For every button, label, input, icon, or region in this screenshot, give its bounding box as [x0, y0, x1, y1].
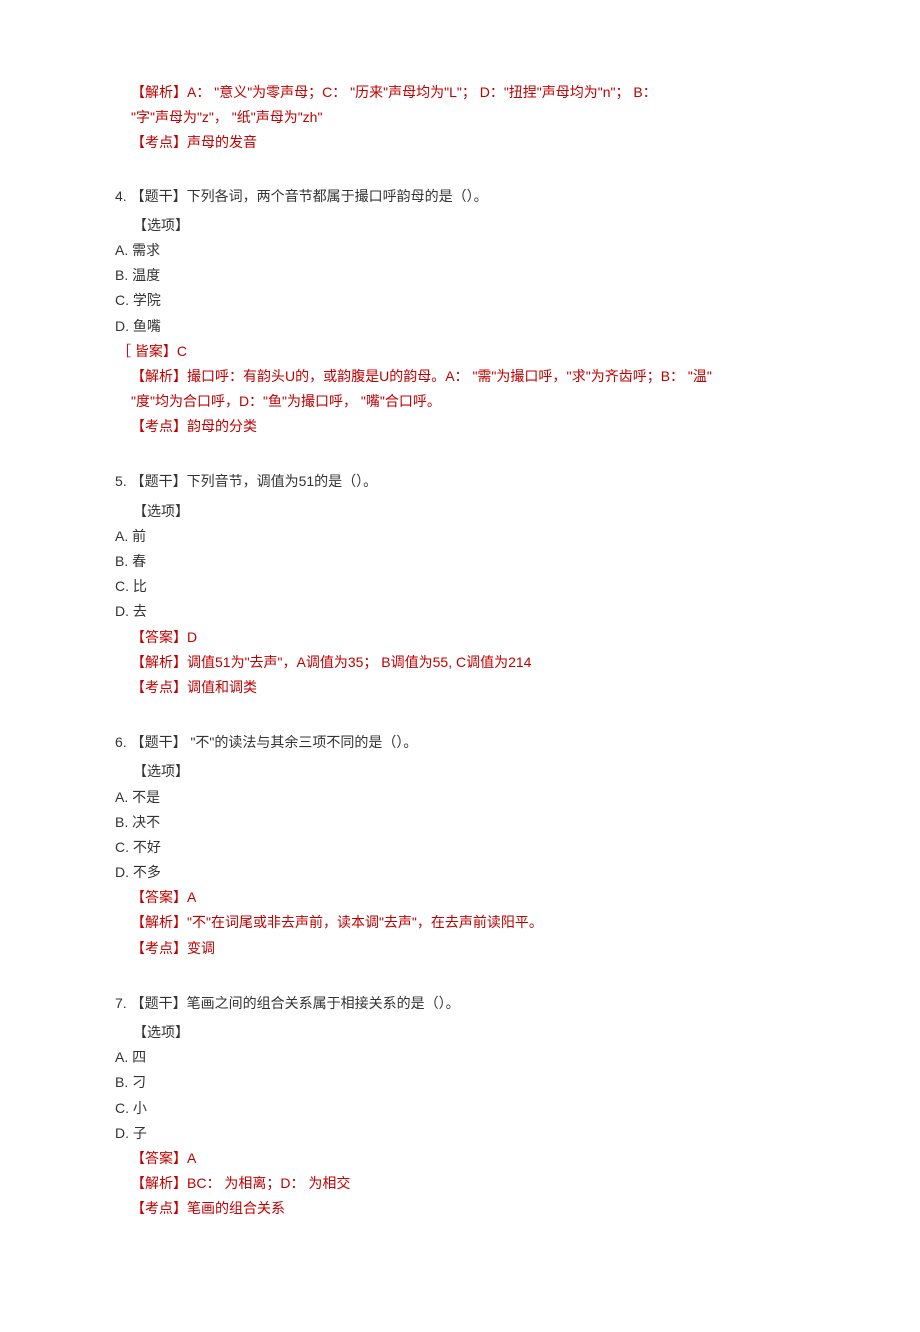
- q5-option-c: C. 比: [115, 574, 805, 599]
- q4-option-c: C. 学院: [115, 288, 805, 313]
- explain-text: BC： 为相离；D： 为相交: [187, 1175, 350, 1191]
- explain-rest: "意义"为零声母；C： "历来"声母均为"L"； D："扭捏"声母均为"n"； …: [214, 84, 657, 100]
- q5-kaodian: 【考点】调值和调类: [115, 675, 805, 700]
- q5-options-label: 【选项】: [115, 499, 805, 524]
- q7-stem-text: 【题干】笔画之间的组合关系属于相接关系的是（）。: [127, 995, 460, 1011]
- q7-option-a: A. 四: [115, 1045, 805, 1070]
- question-4: 4. 【题干】下列各词，两个音节都属于撮口呼韵母的是（）。 【选项】 A. 需求…: [115, 184, 805, 440]
- q6-stem: 6. 【题干】 "不"的读法与其余三项不同的是（）。: [115, 730, 805, 755]
- explain-prefix: 【解析】: [131, 654, 187, 670]
- kaodian-text: 笔画的组合关系: [187, 1200, 285, 1216]
- question-6: 6. 【题干】 "不"的读法与其余三项不同的是（）。 【选项】 A. 不是 B.…: [115, 730, 805, 961]
- q5-explain: 【解析】调值51为"去声"，A调值为35； B调值为55, C调值为214: [115, 650, 805, 675]
- answer-value: D: [187, 629, 197, 645]
- explain-prefix: 【解析】A：: [131, 84, 214, 100]
- q7-option-b: B. 刁: [115, 1070, 805, 1095]
- q5-option-d: D. 去: [115, 599, 805, 624]
- explain-prefix: 【解析】: [131, 1175, 187, 1191]
- kaodian-prefix: 【考点】: [131, 418, 187, 434]
- q7-kaodian: 【考点】笔画的组合关系: [115, 1196, 805, 1221]
- q7-stem: 7. 【题干】笔画之间的组合关系属于相接关系的是（）。: [115, 991, 805, 1016]
- q4-kaodian: 【考点】韵母的分类: [115, 414, 805, 439]
- kaodian-prefix: 【考点】: [131, 134, 187, 150]
- kaodian-text: 变调: [187, 940, 215, 956]
- q5-answer: 【答案】D: [115, 625, 805, 650]
- explain-prefix: 【解析】: [131, 368, 187, 384]
- q4-option-b: B. 温度: [115, 263, 805, 288]
- q4-explain-line2: "度"均为合口呼，D："鱼"为撮口呼， "嘴"合口呼。: [115, 389, 805, 414]
- q7-option-d: D. 子: [115, 1121, 805, 1146]
- q4-stem-text: 【题干】下列各词，两个音节都属于撮口呼韵母的是（）。: [127, 188, 488, 204]
- explain-text: 调值51为"去声"，A调值为35； B调值为55, C调值为214: [187, 654, 531, 670]
- kaodian-prefix: 【考点】: [131, 940, 187, 956]
- q7-num: 7.: [115, 995, 127, 1011]
- explain-text: 撮口呼：有韵头U的，或韵腹是U的韵母。A： "需"为撮口呼，''求"为齐齿呼；B…: [187, 368, 712, 384]
- answer-prefix: 【答案】: [131, 1150, 187, 1166]
- explain-prefix: 【解析】: [131, 914, 187, 930]
- q3-analysis-block: 【解析】A： "意义"为零声母；C： "历来"声母均为"L"； D："扭捏"声母…: [115, 80, 805, 156]
- answer-prefix: ［ 皆案】: [117, 343, 177, 359]
- question-7: 7. 【题干】笔画之间的组合关系属于相接关系的是（）。 【选项】 A. 四 B.…: [115, 991, 805, 1222]
- question-5: 5. 【题干】下列音节，调值为51的是（）。 【选项】 A. 前 B. 春 C.…: [115, 469, 805, 700]
- kaodian-text: 调值和调类: [187, 679, 257, 695]
- q7-explain: 【解析】BC： 为相离；D： 为相交: [115, 1171, 805, 1196]
- q3-explain-line2: "字"声母为"z"， "纸"声母为"zh": [115, 105, 805, 130]
- q6-option-a: A. 不是: [115, 785, 805, 810]
- answer-value: A: [187, 1150, 196, 1166]
- q5-stem: 5. 【题干】下列音节，调值为51的是（）。: [115, 469, 805, 494]
- q4-num: 4.: [115, 188, 127, 204]
- q6-answer: 【答案】A: [115, 885, 805, 910]
- q7-option-c: C. 小: [115, 1096, 805, 1121]
- q5-option-b: B. 春: [115, 549, 805, 574]
- explain-text: "不"在词尾或非去声前，读本调"去声"，在去声前读阳平。: [187, 914, 543, 930]
- q3-explain-line1: 【解析】A： "意义"为零声母；C： "历来"声母均为"L"； D："扭捏"声母…: [115, 80, 805, 105]
- q6-kaodian: 【考点】变调: [115, 936, 805, 961]
- q5-option-a: A. 前: [115, 524, 805, 549]
- q4-option-a: A. 需求: [115, 238, 805, 263]
- q4-options-label: 【选项】: [115, 213, 805, 238]
- q4-stem: 4. 【题干】下列各词，两个音节都属于撮口呼韵母的是（）。: [115, 184, 805, 209]
- q4-explain-line1: 【解析】撮口呼：有韵头U的，或韵腹是U的韵母。A： "需"为撮口呼，''求"为齐…: [115, 364, 805, 389]
- answer-prefix: 【答案】: [131, 889, 187, 905]
- q4-answer: ［ 皆案】C: [115, 339, 805, 364]
- answer-value: A: [187, 889, 196, 905]
- q3-kaodian: 【考点】声母的发音: [115, 130, 805, 155]
- q5-stem-text: 【题干】下列音节，调值为51的是（）。: [127, 473, 377, 489]
- q6-explain: 【解析】"不"在词尾或非去声前，读本调"去声"，在去声前读阳平。: [115, 910, 805, 935]
- kaodian-prefix: 【考点】: [131, 1200, 187, 1216]
- q6-option-b: B. 决不: [115, 810, 805, 835]
- answer-value: C: [177, 343, 187, 359]
- q6-options-label: 【选项】: [115, 759, 805, 784]
- q7-answer: 【答案】A: [115, 1146, 805, 1171]
- q6-stem-text: 【题干】 "不"的读法与其余三项不同的是（）。: [127, 734, 418, 750]
- answer-prefix: 【答案】: [131, 629, 187, 645]
- document-page: 【解析】A： "意义"为零声母；C： "历来"声母均为"L"； D："扭捏"声母…: [0, 0, 920, 1332]
- q5-num: 5.: [115, 473, 127, 489]
- kaodian-text: 韵母的分类: [187, 418, 257, 434]
- q4-option-d: D. 鱼嘴: [115, 314, 805, 339]
- q6-num: 6.: [115, 734, 127, 750]
- q6-option-d: D. 不多: [115, 860, 805, 885]
- q6-option-c: C. 不好: [115, 835, 805, 860]
- kaodian-prefix: 【考点】: [131, 679, 187, 695]
- q7-options-label: 【选项】: [115, 1020, 805, 1045]
- kaodian-text: 声母的发音: [187, 134, 257, 150]
